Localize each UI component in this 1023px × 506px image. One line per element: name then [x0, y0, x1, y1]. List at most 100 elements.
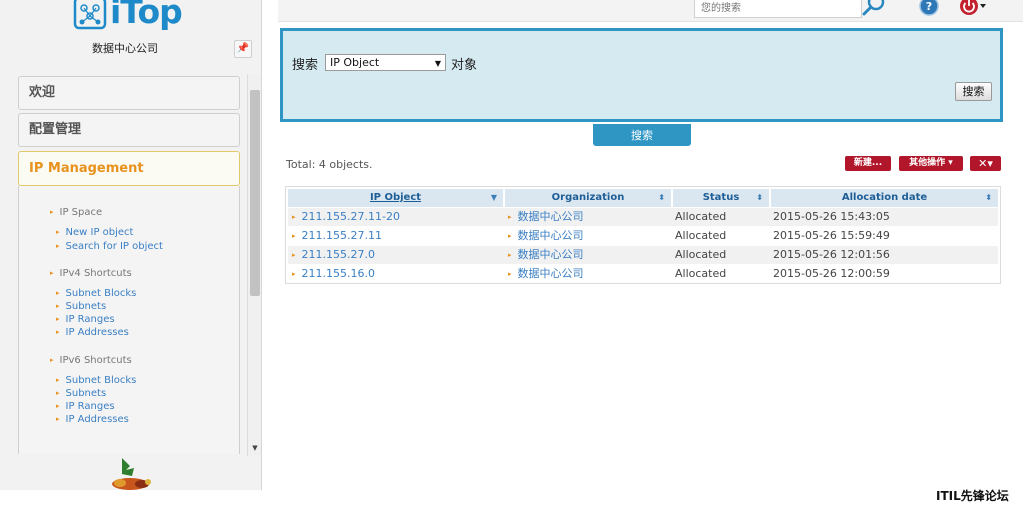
- table-row: [288, 265, 998, 283]
- menu-label: IP Addresses: [65, 327, 129, 338]
- status-cell: Allocated: [675, 248, 727, 261]
- logoff-menu-icon[interactable]: [959, 0, 987, 16]
- menu-item-new-ip-object[interactable]: ▸ New IP object: [56, 226, 133, 239]
- cell-text: 211.155.27.11-20: [301, 210, 400, 223]
- menu-item-ipv6-ip-ranges[interactable]: ▸ IP Ranges: [56, 400, 115, 413]
- menu-item-search-ip-object[interactable]: ▸ Search for IP object: [56, 240, 163, 253]
- new-button[interactable]: 新建...: [845, 156, 891, 171]
- bullet-arrow-icon: ▸: [292, 251, 296, 259]
- other-actions-button[interactable]: 其他操作 ▾: [899, 156, 963, 171]
- menu-label: Search for IP object: [65, 241, 163, 252]
- menu-item-ipv4-ip-ranges[interactable]: ▸ IP Ranges: [56, 313, 115, 326]
- bullet-arrow-icon: ▸: [508, 213, 512, 221]
- menu-group-ipv4-shortcuts[interactable]: ▸ IPv4 Shortcuts: [50, 267, 132, 280]
- menu-item-ipv4-subnet-blocks[interactable]: ▸ Subnet Blocks: [56, 287, 136, 300]
- column-label: Status: [702, 192, 740, 203]
- ip-object-link[interactable]: ▸ 211.155.16.0: [292, 265, 375, 283]
- allocation-date-cell: 2015-05-26 12:00:59: [773, 267, 890, 280]
- allocation-date-cell: 2015-05-26 15:59:49: [773, 229, 890, 242]
- bullet-arrow-icon: ▸: [56, 402, 60, 410]
- menu-label: IPv4 Shortcuts: [59, 268, 132, 279]
- search-label: 搜索: [292, 58, 319, 73]
- accordion-welcome[interactable]: 欢迎: [18, 76, 240, 110]
- pin-icon: 📌: [236, 43, 250, 54]
- sort-icon: ⬍: [756, 193, 763, 202]
- column-header-organization[interactable]: Organization ⬍: [505, 189, 671, 207]
- organization-link[interactable]: ▸ 数据中心公司: [508, 227, 584, 245]
- cell-text: 数据中心公司: [517, 267, 584, 280]
- bullet-arrow-icon: ▸: [292, 213, 296, 221]
- bullet-arrow-icon: ▸: [292, 270, 296, 278]
- bullet-arrow-icon: ▸: [56, 376, 60, 384]
- menu-label: IP Ranges: [65, 314, 115, 325]
- menu-item-ipv4-subnets[interactable]: ▸ Subnets: [56, 300, 106, 313]
- search-icon[interactable]: [858, 0, 888, 20]
- menu-group-ipv6-shortcuts[interactable]: ▸ IPv6 Shortcuts: [50, 354, 132, 367]
- bullet-arrow-icon: ▸: [292, 232, 296, 240]
- status-cell: Allocated: [675, 229, 727, 242]
- pin-panel-button[interactable]: 📌: [234, 40, 252, 58]
- bullet-arrow-icon: ▸: [50, 356, 54, 364]
- bullet-arrow-icon: ▸: [56, 289, 60, 297]
- sidebar-scroll-thumb[interactable]: [250, 90, 260, 296]
- menu-group-ip-space[interactable]: ▸ IP Space: [50, 206, 102, 219]
- bullet-arrow-icon: ▸: [56, 242, 60, 250]
- accordion-config-management[interactable]: 配置管理: [18, 113, 240, 147]
- sort-icon: ⬍: [658, 193, 665, 202]
- global-search-input[interactable]: [694, 0, 862, 18]
- organization-link[interactable]: ▸ 数据中心公司: [508, 208, 584, 226]
- object-class-select[interactable]: IP Object ▼: [325, 54, 446, 71]
- itop-logo[interactable]: iTop: [72, 0, 183, 34]
- menu-item-ipv6-subnets[interactable]: ▸ Subnets: [56, 387, 106, 400]
- bullet-arrow-icon: ▸: [56, 228, 60, 236]
- column-header-allocation-date[interactable]: Allocation date ⬍: [771, 189, 998, 207]
- cell-text: 数据中心公司: [517, 248, 584, 261]
- search-submit-button[interactable]: 搜索: [955, 82, 992, 101]
- organization-link[interactable]: ▸ 数据中心公司: [508, 246, 584, 264]
- bullet-arrow-icon: ▸: [50, 208, 54, 216]
- results-total: Total: 4 objects.: [286, 158, 373, 171]
- bullet-arrow-icon: ▸: [508, 251, 512, 259]
- organization-link[interactable]: ▸ 数据中心公司: [508, 265, 584, 283]
- ip-object-link[interactable]: ▸ 211.155.27.11-20: [292, 208, 400, 226]
- bullet-arrow-icon: ▸: [56, 302, 60, 310]
- table-row: [288, 246, 998, 264]
- bullet-arrow-icon: ▸: [56, 389, 60, 397]
- table-row: [288, 227, 998, 245]
- sort-icon: ⬍: [985, 193, 992, 202]
- bullet-arrow-icon: ▸: [508, 270, 512, 278]
- menu-item-ipv6-subnet-blocks[interactable]: ▸ Subnet Blocks: [56, 374, 136, 387]
- allocation-date-cell: 2015-05-26 12:01:56: [773, 248, 890, 261]
- cell-text: 211.155.27.11: [301, 229, 382, 242]
- bullet-arrow-icon: ▸: [508, 232, 512, 240]
- menu-label: New IP object: [65, 227, 134, 238]
- object-label: 对象: [451, 58, 478, 73]
- left-panel: iTop 数据中心公司 📌 欢迎 配置管理 IP Management ▸ IP …: [0, 0, 262, 490]
- scroll-down-arrow-icon[interactable]: ▼: [250, 444, 260, 454]
- ip-object-link[interactable]: ▸ 211.155.27.0: [292, 246, 375, 264]
- menu-item-ipv4-ip-addresses[interactable]: ▸ IP Addresses: [56, 326, 129, 339]
- cell-text: 数据中心公司: [517, 229, 584, 242]
- column-header-ip-object[interactable]: IP Object ▼: [288, 189, 503, 207]
- help-icon[interactable]: ?: [919, 0, 939, 16]
- accordion-ip-management[interactable]: IP Management: [18, 151, 240, 186]
- bullet-arrow-icon: ▸: [56, 328, 60, 336]
- menu-label: IPv6 Shortcuts: [59, 355, 132, 366]
- bullet-arrow-icon: ▸: [56, 315, 60, 323]
- footer-strip: [0, 490, 1023, 506]
- column-header-status[interactable]: Status ⬍: [673, 189, 769, 207]
- svg-text:?: ?: [926, 0, 932, 13]
- forum-watermark: ITIL先锋论坛: [936, 489, 1009, 503]
- sidebar-scrollbar[interactable]: ▼: [247, 74, 261, 456]
- tools-menu-button[interactable]: ✕▾: [970, 156, 1001, 171]
- search-toggle-tab[interactable]: 搜索: [593, 124, 691, 146]
- logo-text: iTop: [110, 0, 183, 31]
- menu-item-ipv6-ip-addresses[interactable]: ▸ IP Addresses: [56, 413, 129, 426]
- itop-logo-icon: [73, 0, 107, 30]
- menu-label: IP Addresses: [65, 414, 129, 425]
- status-cell: Allocated: [675, 267, 727, 280]
- column-label: Allocation date: [841, 192, 928, 203]
- select-caret-icon: ▼: [434, 59, 441, 68]
- ip-object-link[interactable]: ▸ 211.155.27.11: [292, 227, 382, 245]
- menu-label: Subnets: [65, 388, 107, 399]
